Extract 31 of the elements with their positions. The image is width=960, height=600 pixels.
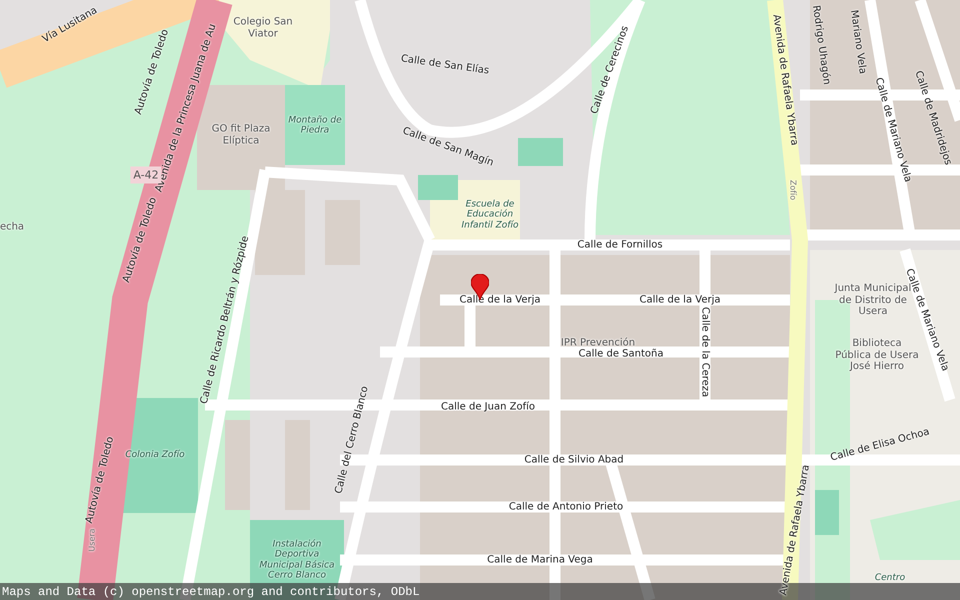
place-label: Centro [874, 572, 906, 584]
street-label: Calle de Silvio Abad [524, 454, 624, 466]
street-label: Avenida de Rafaela Ybarra [770, 14, 800, 146]
street-label: Calle de la Cereza [700, 306, 710, 398]
street-label: Calle de Fornillos [577, 240, 663, 250]
street-label: Autovía de Toledo [84, 436, 116, 524]
street-label: Calle de Marina Vega [487, 554, 593, 566]
street-label: Calle de Juan Zofío [441, 402, 535, 412]
street-label: Rodrigo Uhagón [810, 4, 832, 86]
street-label: Mariano Vela [848, 9, 868, 75]
place-label: echa [0, 221, 26, 233]
street-label: Calle de Elisa Ochoa [829, 426, 931, 464]
place-label: Usera [88, 528, 96, 552]
street-label: Calle del Cerro Blanco [333, 385, 371, 495]
street-label: Avenida de Rafaela Ybarra [778, 464, 812, 596]
place-label: Colegio San Viator [232, 16, 294, 40]
attribution-text: Maps and Data (c) openstreetmap.org and contributors, ODbL [1, 584, 420, 598]
place-label: GO fit Plaza Elíptica [210, 124, 272, 146]
place-label: Zofío [788, 180, 798, 200]
street-label: Calle de Santoña [578, 348, 664, 360]
street-label: Calle de Antonio Prieto [508, 502, 624, 512]
street-label: Calle de San Magín [401, 125, 495, 169]
street-label: Calle de San Elías [400, 53, 490, 77]
place-label: IPR Prevención [560, 337, 636, 348]
place-label: Instalación Deportiva Municipal Básica Cerro Blanco [258, 539, 336, 581]
place-label: Montaño de Piedra [287, 116, 343, 136]
place-label: Escuela de Educación Infantil Zofío [460, 199, 520, 231]
street-label: Calle de Ricardo Beltrán y Rózpide [198, 234, 252, 406]
street-label: Calle de Mariano Vela [872, 76, 914, 184]
street-label: Calle de la Verja [640, 294, 720, 306]
place-label: Biblioteca Pública de Usera José Hierro [835, 338, 919, 372]
